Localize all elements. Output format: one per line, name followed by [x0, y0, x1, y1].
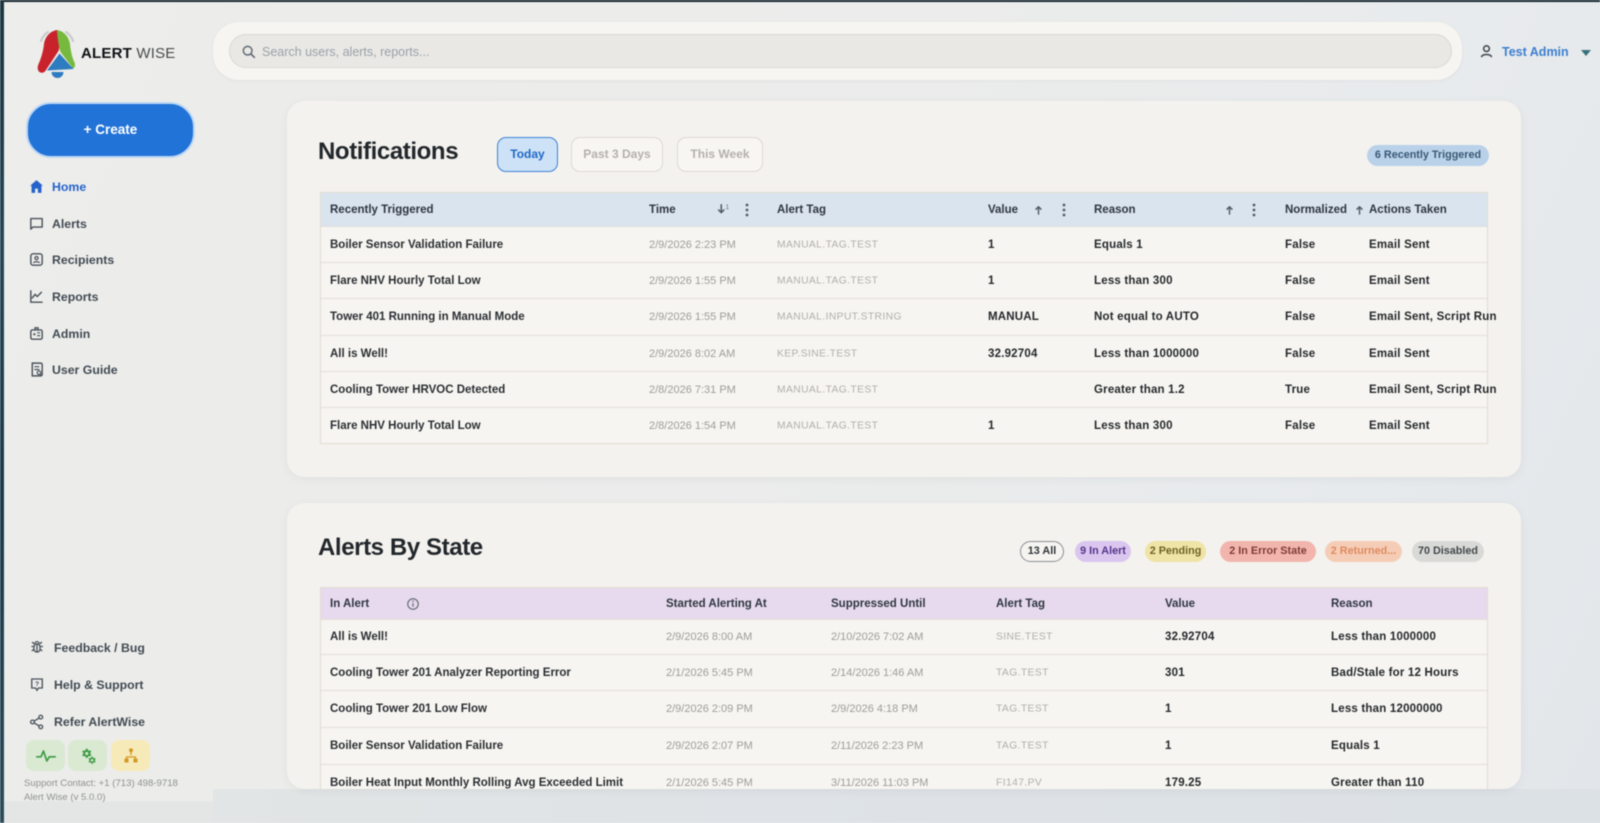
svg-text:?: ?: [35, 681, 39, 688]
svg-text:1: 1: [726, 204, 730, 211]
